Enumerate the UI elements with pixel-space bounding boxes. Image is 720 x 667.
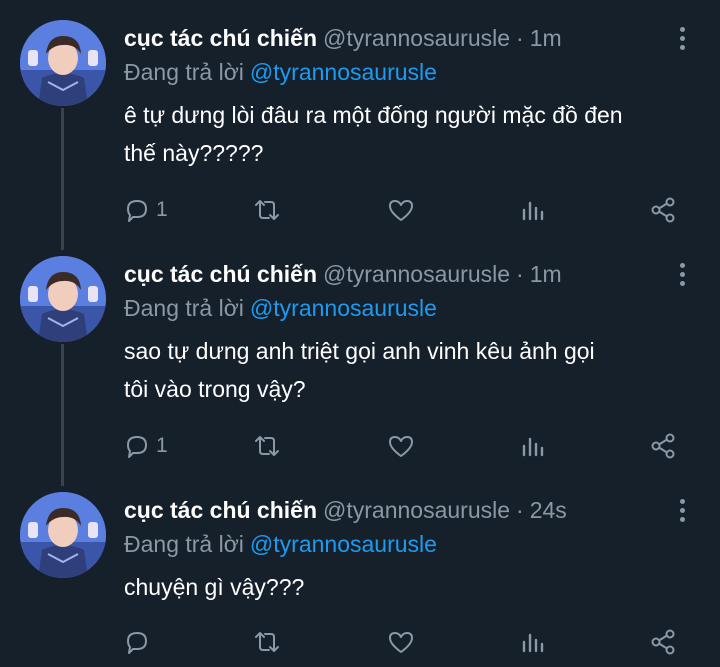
retweet-icon (255, 200, 279, 220)
replying-to-label: Đang trả lời (124, 295, 244, 321)
timestamp[interactable]: 24s (530, 497, 567, 523)
tweet[interactable]: cục tác chú chiến @tyrannosaurusle · 1m Đan… (0, 20, 720, 240)
retweet-icon (255, 436, 279, 456)
tweet-text: sao tự dưng anh triệt gọi anh vinh kêu ả… (124, 332, 684, 408)
timestamp[interactable]: 1m (530, 25, 562, 51)
separator: · (516, 25, 524, 51)
user-handle[interactable]: @tyrannosaurusle (323, 261, 510, 287)
share-button[interactable] (648, 428, 678, 464)
display-name[interactable]: cục tác chú chiến (124, 25, 317, 51)
tweet-header: cục tác chú chiến @tyrannosaurusle · 1m (124, 256, 562, 292)
share-button[interactable] (648, 624, 678, 660)
reply-count: 1 (156, 198, 168, 221)
replying-to-handle[interactable]: @tyrannosaurusle (250, 295, 437, 321)
tweet-header: cục tác chú chiến @tyrannosaurusle · 1m (124, 20, 562, 56)
like-button[interactable] (386, 624, 416, 660)
reply-button[interactable]: 1 (122, 428, 168, 464)
reply-button[interactable]: 1 (122, 192, 168, 228)
tweet-text-line: chuyện gì vậy??? (124, 574, 305, 600)
user-handle[interactable]: @tyrannosaurusle (323, 497, 510, 523)
tweet-actions: 1 (0, 428, 720, 464)
heart-icon (389, 436, 413, 457)
replying-to: Đang trả lời @tyrannosaurusle (124, 290, 437, 326)
tweet-text-line: tôi vào trong vậy? (124, 376, 306, 402)
share-icon (651, 433, 675, 459)
separator: · (516, 261, 524, 287)
analytics-button[interactable] (518, 192, 548, 228)
more-options-icon[interactable] (672, 24, 692, 52)
like-button[interactable] (386, 428, 416, 464)
analytics-button[interactable] (518, 428, 548, 464)
more-options-icon[interactable] (672, 260, 692, 288)
retweet-button[interactable] (252, 192, 282, 228)
reply-icon (127, 436, 147, 458)
tweet-header: cục tác chú chiến @tyrannosaurusle · 24s (124, 492, 567, 528)
more-options-icon[interactable] (672, 496, 692, 524)
tweet-text: chuyện gì vậy??? (124, 568, 684, 606)
reply-count: 1 (156, 434, 168, 457)
user-handle[interactable]: @tyrannosaurusle (323, 25, 510, 51)
tweet-text-line: sao tự dưng anh triệt gọi anh vinh kêu ả… (124, 338, 595, 364)
avatar[interactable] (20, 492, 106, 578)
retweet-button[interactable] (252, 428, 282, 464)
analytics-icon (522, 633, 544, 653)
tweet[interactable]: cục tác chú chiến @tyrannosaurusle · 24s Đa… (0, 492, 720, 667)
display-name[interactable]: cục tác chú chiến (124, 497, 317, 523)
replying-to: Đang trả lời @tyrannosaurusle (124, 54, 437, 90)
replying-to-handle[interactable]: @tyrannosaurusle (250, 59, 437, 85)
replying-to: Đang trả lời @tyrannosaurusle (124, 526, 437, 562)
heart-icon (389, 200, 413, 221)
reply-button[interactable] (122, 624, 156, 660)
reply-icon (127, 200, 147, 222)
tweet-text-line: thế này????? (124, 140, 264, 166)
tweet-text-line: ê tự dưng lòi đâu ra một đống người mặc … (124, 102, 623, 128)
heart-icon (389, 632, 413, 653)
retweet-button[interactable] (252, 624, 282, 660)
replying-to-label: Đang trả lời (124, 531, 244, 557)
tweet[interactable]: cục tác chú chiến @tyrannosaurusle · 1m Đan… (0, 256, 720, 476)
timestamp[interactable]: 1m (530, 261, 562, 287)
analytics-button[interactable] (518, 624, 548, 660)
display-name[interactable]: cục tác chú chiến (124, 261, 317, 287)
share-icon (651, 197, 675, 223)
analytics-icon (522, 437, 544, 457)
tweet-actions: 1 (0, 192, 720, 228)
reply-icon (127, 632, 147, 654)
tweet-text: ê tự dưng lòi đâu ra một đống người mặc … (124, 96, 684, 172)
tweet-feed: cục tác chú chiến @tyrannosaurusle · 1m Đan… (0, 0, 720, 667)
replying-to-label: Đang trả lời (124, 59, 244, 85)
separator: · (516, 497, 524, 523)
share-button[interactable] (648, 192, 678, 228)
retweet-icon (255, 632, 279, 652)
avatar[interactable] (20, 256, 106, 342)
tweet-actions (0, 624, 720, 660)
share-icon (651, 629, 675, 655)
like-button[interactable] (386, 192, 416, 228)
avatar[interactable] (20, 20, 106, 106)
replying-to-handle[interactable]: @tyrannosaurusle (250, 531, 437, 557)
analytics-icon (522, 201, 544, 221)
